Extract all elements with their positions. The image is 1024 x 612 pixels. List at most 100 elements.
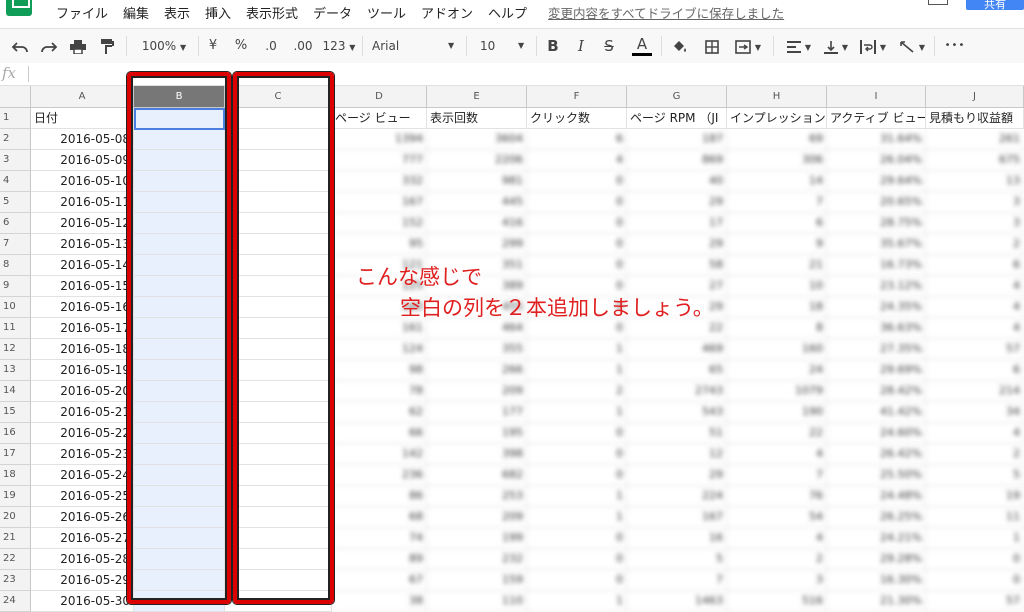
cell-f14[interactable]: 2: [527, 381, 627, 402]
cell-d2[interactable]: 1394: [332, 129, 427, 150]
cell-j21[interactable]: 1: [926, 528, 1024, 549]
cell-i16[interactable]: 24.60%: [827, 423, 926, 444]
cell-a15[interactable]: 2016-05-21: [31, 402, 134, 423]
row-header[interactable]: 15: [0, 402, 31, 423]
cell-j11[interactable]: 4: [926, 318, 1024, 339]
cell-j4[interactable]: 13: [926, 171, 1024, 192]
cell-h4[interactable]: 14: [727, 171, 827, 192]
row-header[interactable]: 19: [0, 486, 31, 507]
column-header-i[interactable]: I: [827, 86, 926, 108]
cell-g14[interactable]: 2743: [627, 381, 727, 402]
cell-f3[interactable]: 4: [527, 150, 627, 171]
decrease-decimal-button[interactable]: .0: [258, 29, 284, 63]
cell-j5[interactable]: 3: [926, 192, 1024, 213]
increase-decimal-button[interactable]: .00: [288, 29, 318, 63]
cell-i11[interactable]: 36.63%: [827, 318, 926, 339]
sheets-logo-icon[interactable]: [6, 0, 32, 16]
cell-a11[interactable]: 2016-05-17: [31, 318, 134, 339]
cell-i20[interactable]: 26.25%: [827, 507, 926, 528]
cell-f16[interactable]: 0: [527, 423, 627, 444]
cell-f18[interactable]: 0: [527, 465, 627, 486]
cell-d15[interactable]: 62: [332, 402, 427, 423]
column-header-f[interactable]: F: [527, 86, 627, 108]
cell-g21[interactable]: 16: [627, 528, 727, 549]
cell-j9[interactable]: 4: [926, 276, 1024, 297]
cell-a19[interactable]: 2016-05-25: [31, 486, 134, 507]
cell-j23[interactable]: 0: [926, 570, 1024, 591]
cell-d14[interactable]: 78: [332, 381, 427, 402]
font-family-select[interactable]: Arial ▼: [368, 29, 462, 63]
cell-a4[interactable]: 2016-05-10: [31, 171, 134, 192]
row-header[interactable]: 2: [0, 129, 31, 150]
strikethrough-button[interactable]: S: [598, 29, 620, 63]
cell-f7[interactable]: 0: [527, 234, 627, 255]
cell-i2[interactable]: 31.64%: [827, 129, 926, 150]
cell-e20[interactable]: 209: [427, 507, 527, 528]
cell-e4[interactable]: 981: [427, 171, 527, 192]
cell-i5[interactable]: 20.65%: [827, 192, 926, 213]
row-header[interactable]: 4: [0, 171, 31, 192]
zoom-select[interactable]: 100% ▼: [134, 29, 194, 63]
save-status-link[interactable]: 変更内容をすべてドライブに保存しました: [548, 3, 784, 22]
cell-d4[interactable]: 332: [332, 171, 427, 192]
cell-i18[interactable]: 25.50%: [827, 465, 926, 486]
print-icon[interactable]: [66, 29, 90, 63]
cell-h6[interactable]: 6: [727, 213, 827, 234]
cell-i1[interactable]: アクティブ ビュー: [827, 108, 926, 129]
menu-addons[interactable]: アドオン: [421, 3, 473, 22]
row-header[interactable]: 10: [0, 297, 31, 318]
cell-a21[interactable]: 2016-05-27: [31, 528, 134, 549]
cell-h2[interactable]: 69: [727, 129, 827, 150]
column-header-h[interactable]: H: [727, 86, 827, 108]
cell-g18[interactable]: 29: [627, 465, 727, 486]
cell-e18[interactable]: 682: [427, 465, 527, 486]
cell-i9[interactable]: 23.12%: [827, 276, 926, 297]
cell-d6[interactable]: 152: [332, 213, 427, 234]
cell-e12[interactable]: 355: [427, 339, 527, 360]
cell-f4[interactable]: 0: [527, 171, 627, 192]
cell-f23[interactable]: 0: [527, 570, 627, 591]
row-header[interactable]: 22: [0, 549, 31, 570]
cell-a14[interactable]: 2016-05-20: [31, 381, 134, 402]
cell-a6[interactable]: 2016-05-12: [31, 213, 134, 234]
cell-g23[interactable]: 7: [627, 570, 727, 591]
cell-h1[interactable]: インプレッション: [727, 108, 827, 129]
cell-g22[interactable]: 5: [627, 549, 727, 570]
cell-d21[interactable]: 74: [332, 528, 427, 549]
row-header[interactable]: 21: [0, 528, 31, 549]
cell-a18[interactable]: 2016-05-24: [31, 465, 134, 486]
cell-d3[interactable]: 777: [332, 150, 427, 171]
cell-f15[interactable]: 1: [527, 402, 627, 423]
cell-d16[interactable]: 66: [332, 423, 427, 444]
cell-j18[interactable]: 5: [926, 465, 1024, 486]
share-button[interactable]: 共有: [966, 0, 1024, 11]
cell-g2[interactable]: 187: [627, 129, 727, 150]
cell-e7[interactable]: 299: [427, 234, 527, 255]
menu-file[interactable]: ファイル: [56, 3, 108, 22]
cell-j14[interactable]: 214: [926, 381, 1024, 402]
cell-g4[interactable]: 40: [627, 171, 727, 192]
row-header[interactable]: 9: [0, 276, 31, 297]
row-header[interactable]: 16: [0, 423, 31, 444]
vertical-align-icon[interactable]: ▼: [820, 29, 852, 63]
cell-g20[interactable]: 167: [627, 507, 727, 528]
cell-d19[interactable]: 86: [332, 486, 427, 507]
cell-h7[interactable]: 9: [727, 234, 827, 255]
cell-g15[interactable]: 543: [627, 402, 727, 423]
cell-g6[interactable]: 17: [627, 213, 727, 234]
cell-e23[interactable]: 159: [427, 570, 527, 591]
cell-e21[interactable]: 199: [427, 528, 527, 549]
column-header-d[interactable]: D: [332, 86, 427, 108]
cell-i17[interactable]: 26.42%: [827, 444, 926, 465]
cell-i21[interactable]: 24.21%: [827, 528, 926, 549]
cell-g12[interactable]: 469: [627, 339, 727, 360]
fill-color-icon[interactable]: [668, 29, 692, 63]
cell-j7[interactable]: 2: [926, 234, 1024, 255]
cell-d23[interactable]: 67: [332, 570, 427, 591]
cell-f20[interactable]: 1: [527, 507, 627, 528]
cell-h10[interactable]: 18: [727, 297, 827, 318]
cell-f17[interactable]: 0: [527, 444, 627, 465]
cell-j22[interactable]: 0: [926, 549, 1024, 570]
cell-e3[interactable]: 2206: [427, 150, 527, 171]
more-formats-select[interactable]: 123 ▼: [320, 29, 358, 63]
